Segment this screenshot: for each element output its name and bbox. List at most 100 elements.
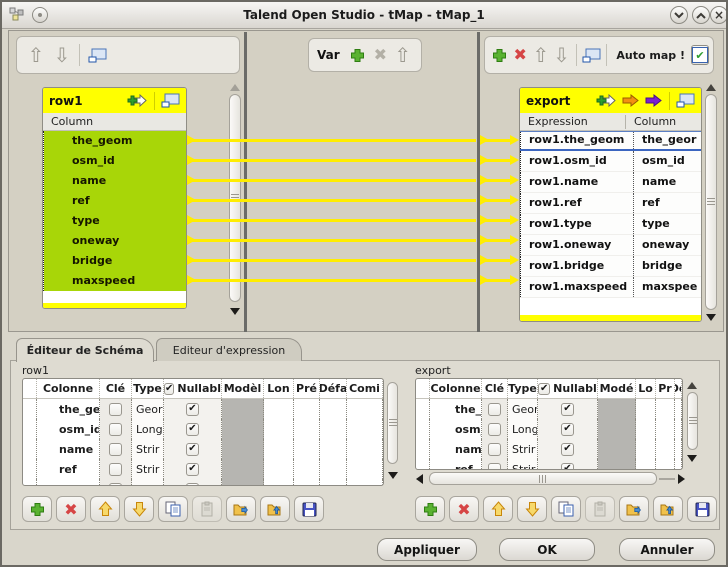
move-down-button[interactable] bbox=[517, 496, 547, 522]
panel-divider-left[interactable] bbox=[244, 32, 247, 332]
scroll-up-icon[interactable] bbox=[706, 84, 716, 91]
nullable-cell[interactable]: ✔ bbox=[538, 399, 598, 419]
input-row[interactable]: maxspeed bbox=[44, 271, 186, 291]
scroll-up-icon[interactable] bbox=[230, 84, 240, 91]
expression-cell[interactable]: row1.oneway bbox=[520, 235, 633, 255]
add-column-arrow-icon[interactable] bbox=[127, 93, 148, 108]
input-row[interactable]: the_geom bbox=[44, 131, 186, 151]
header-precision[interactable]: Pr bbox=[656, 379, 675, 398]
key-cell[interactable] bbox=[100, 479, 132, 486]
checkbox[interactable]: ✔ bbox=[186, 463, 199, 476]
import-schema-button[interactable] bbox=[653, 496, 683, 522]
default-cell[interactable] bbox=[320, 479, 347, 486]
schema-row[interactable]: ref Strir ✔ bbox=[23, 459, 383, 479]
comment-cell[interactable] bbox=[347, 479, 383, 486]
right-schema-scrollbar-thumb[interactable] bbox=[687, 392, 698, 450]
checkbox[interactable]: ✔ bbox=[561, 443, 574, 456]
nullable-cell[interactable]: ✔ bbox=[538, 439, 598, 459]
type-cell[interactable]: Strir bbox=[132, 439, 164, 459]
add-column-button[interactable] bbox=[22, 496, 52, 522]
length-cell[interactable] bbox=[264, 419, 294, 439]
checkbox[interactable] bbox=[109, 403, 122, 416]
colonne-cell[interactable] bbox=[37, 479, 100, 486]
add-column-button[interactable] bbox=[415, 496, 445, 522]
checkbox[interactable]: ✔ bbox=[186, 423, 199, 436]
ok-button[interactable]: OK bbox=[499, 538, 595, 561]
export-schema-button[interactable] bbox=[619, 496, 649, 522]
scroll-down-icon[interactable] bbox=[706, 314, 716, 321]
move-up-button[interactable] bbox=[90, 496, 120, 522]
output-row[interactable]: row1.oneway oneway bbox=[520, 235, 701, 256]
length-cell[interactable] bbox=[636, 399, 656, 419]
column-cell[interactable]: name bbox=[633, 172, 702, 192]
maximize-button[interactable] bbox=[692, 6, 710, 24]
checkbox[interactable]: ✔ bbox=[561, 403, 574, 416]
column-cell[interactable]: type bbox=[633, 214, 702, 234]
remove-output-button[interactable]: ✖ bbox=[510, 42, 531, 68]
length-cell[interactable] bbox=[264, 479, 294, 486]
remove-column-button[interactable]: ✖ bbox=[56, 496, 86, 522]
column-cell[interactable]: the_geor bbox=[633, 132, 702, 149]
type-cell[interactable]: Long bbox=[508, 419, 538, 439]
remove-var-button[interactable]: ✖ bbox=[370, 42, 390, 68]
header-colonne[interactable]: Colonne bbox=[430, 379, 482, 398]
nullable-cell[interactable]: ✔ bbox=[164, 419, 222, 439]
precision-cell[interactable] bbox=[656, 419, 675, 439]
precision-cell[interactable] bbox=[294, 479, 320, 486]
shade-button[interactable] bbox=[670, 6, 688, 24]
output-row[interactable]: row1.ref ref bbox=[520, 193, 701, 214]
expression-cell[interactable]: row1.bridge bbox=[520, 256, 633, 276]
key-cell[interactable] bbox=[482, 459, 508, 470]
schema-row-partial[interactable] bbox=[23, 479, 383, 486]
paste-button[interactable] bbox=[585, 496, 615, 522]
output-row[interactable]: row1.the_geom the_geor bbox=[520, 131, 701, 151]
type-cell[interactable]: Geor bbox=[132, 399, 164, 419]
schema-row[interactable]: name Strir ✔ bbox=[416, 439, 682, 459]
minimize-window-icon[interactable] bbox=[676, 93, 695, 108]
key-cell[interactable] bbox=[482, 419, 508, 439]
left-schema-scrollbar-thumb[interactable] bbox=[387, 382, 398, 464]
precision-cell[interactable] bbox=[294, 399, 320, 419]
move-down-button[interactable] bbox=[124, 496, 154, 522]
column-cell[interactable]: maxspee bbox=[633, 277, 702, 297]
apply-button[interactable]: Appliquer bbox=[377, 538, 477, 561]
header-cle[interactable]: Clé bbox=[100, 379, 132, 398]
minimize-table-button[interactable] bbox=[581, 42, 602, 68]
output-row[interactable]: row1.type type bbox=[520, 214, 701, 235]
header-colonne[interactable]: Colonne bbox=[37, 379, 100, 398]
right-schema-hscroll-thumb[interactable] bbox=[429, 472, 657, 485]
comment-cell[interactable] bbox=[347, 459, 383, 479]
nullable-cell[interactable]: ✔ bbox=[164, 399, 222, 419]
length-cell[interactable] bbox=[636, 439, 656, 459]
cancel-button[interactable]: Annuler bbox=[619, 538, 715, 561]
move-down-button[interactable]: ⇩ bbox=[49, 42, 75, 68]
default-cell[interactable] bbox=[320, 419, 347, 439]
expression-cell[interactable]: row1.osm_id bbox=[520, 151, 633, 171]
precision-cell[interactable] bbox=[656, 399, 675, 419]
key-cell[interactable] bbox=[100, 439, 132, 459]
input-row[interactable]: type bbox=[44, 211, 186, 231]
precision-cell[interactable] bbox=[656, 459, 675, 470]
colonne-cell[interactable]: the_g bbox=[430, 399, 482, 419]
expression-cell[interactable]: row1.ref bbox=[520, 193, 633, 213]
checkbox[interactable]: ✔ bbox=[164, 383, 174, 395]
move-up-button[interactable] bbox=[483, 496, 513, 522]
output-move-up-button[interactable]: ⇧ bbox=[531, 42, 552, 68]
length-cell[interactable] bbox=[264, 399, 294, 419]
header-default[interactable]: Défa bbox=[320, 379, 347, 398]
key-cell[interactable] bbox=[100, 399, 132, 419]
default-cell[interactable] bbox=[320, 399, 347, 419]
default-cell[interactable] bbox=[675, 399, 682, 419]
precision-cell[interactable] bbox=[294, 439, 320, 459]
type-cell[interactable]: Strir bbox=[508, 439, 538, 459]
header-default[interactable]: Dé bbox=[675, 379, 682, 398]
add-column-arrow-icon[interactable] bbox=[596, 93, 617, 108]
tab-expression-editor[interactable]: Editeur d'expression bbox=[156, 338, 302, 361]
colonne-cell[interactable]: ref bbox=[430, 459, 482, 470]
minimize-table-button[interactable] bbox=[84, 42, 110, 68]
type-cell[interactable]: Strir bbox=[508, 459, 538, 470]
key-cell[interactable] bbox=[482, 399, 508, 419]
scroll-down-icon[interactable] bbox=[388, 472, 398, 479]
scroll-down-icon[interactable] bbox=[687, 455, 697, 462]
copy-button[interactable] bbox=[158, 496, 188, 522]
